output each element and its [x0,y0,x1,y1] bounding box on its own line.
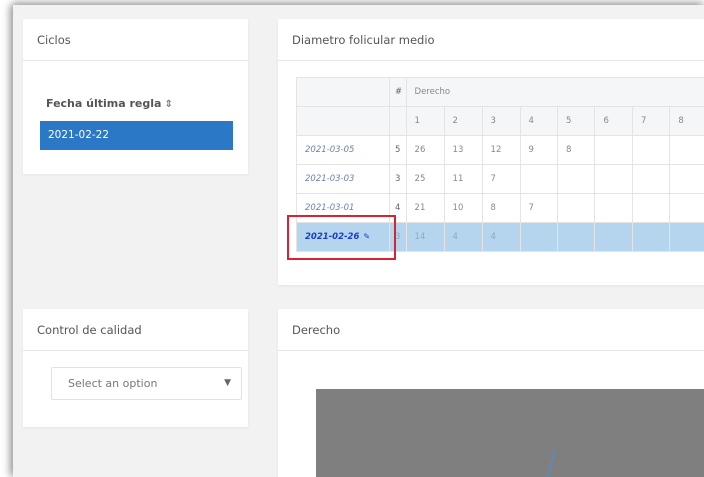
row-date: 2021-03-03 [305,174,355,184]
column-header-3: 3 [481,106,521,136]
row-value-cell: 4 [443,222,483,252]
row-value-cell [669,135,704,165]
table-header-row: # Derecho [296,77,704,107]
row-value-cell: 4 [481,222,521,252]
column-header-4: 4 [519,106,559,136]
row-value-cell [594,193,633,223]
row-count: 3 [388,164,407,194]
table-header-cell [388,106,407,136]
table-row[interactable]: 2021-03-03 3 25 11 7 [296,164,704,194]
column-header-8: 8 [669,106,704,136]
row-value-cell [557,193,596,223]
row-value-cell: 10 [443,193,483,223]
control-card: Control de calidad Select an option ▼ [23,309,248,427]
row-value-cell: 11 [443,164,483,194]
control-title: Control de calidad [23,309,248,351]
ciclos-title: Ciclos [23,19,248,61]
column-header-5: 5 [557,106,596,136]
column-header-1: 1 [405,106,445,136]
plot-curve [547,448,557,477]
diametro-title: Diametro folicular medio [278,19,704,61]
fur-label: Fecha última regla [46,97,162,110]
row-count: 3 [388,222,407,252]
table-header-cell [296,77,390,107]
row-value-cell [669,193,704,223]
row-value-cell: 14 [405,222,445,252]
row-date-link[interactable]: 2021-03-01 [296,193,390,223]
row-value-cell [631,164,671,194]
column-header-6: 6 [594,106,633,136]
app-frame: Ciclos Fecha última regla ⇕ 2021-02-22 Di… [13,5,704,477]
sort-icon[interactable]: ⇕ [164,99,172,110]
row-date: 2021-03-01 [305,203,355,213]
row-date-link[interactable]: 2021-02-26 ✎ [296,222,390,252]
diametro-card: Diametro folicular medio # Derecho 12345… [278,19,704,285]
row-value-cell: 26 [405,135,445,165]
column-header-2: 2 [443,106,483,136]
row-value-cell [631,193,671,223]
row-value-cell: 8 [557,135,596,165]
row-value-cell: 25 [405,164,445,194]
table-header-side: Derecho [405,77,704,107]
row-value-cell [557,222,596,252]
row-value-cell: 8 [481,193,521,223]
row-value-cell [519,222,559,252]
table-row[interactable]: 2021-03-01 4 21 10 8 7 [296,193,704,223]
chevron-down-icon: ▼ [224,378,231,388]
follicle-table: # Derecho 12345678 2021-03-05 5 26 13 12 9 8 20… [296,77,704,252]
derecho-title: Derecho [278,309,704,351]
row-count: 5 [388,135,407,165]
row-value-cell [594,222,633,252]
row-date-link[interactable]: 2021-03-03 [296,164,390,194]
row-date: 2021-02-26 [305,232,360,242]
table-column-row: 12345678 [296,106,704,136]
table-header-hash: # [388,77,407,107]
quality-select-value: Select an option [68,377,158,390]
ciclos-card: Ciclos Fecha última regla ⇕ 2021-02-22 [23,19,248,174]
row-value-cell: 9 [519,135,559,165]
fur-column-header[interactable]: Fecha última regla ⇕ [46,97,173,110]
row-value-cell: 13 [443,135,483,165]
row-count: 4 [388,193,407,223]
column-header-7: 7 [631,106,671,136]
row-date-link[interactable]: 2021-03-05 [296,135,390,165]
row-value-cell: 7 [481,164,521,194]
row-value-cell [519,164,559,194]
row-date: 2021-03-05 [305,145,355,155]
row-value-cell [669,222,704,252]
table-row[interactable]: 2021-02-26 ✎ 3 14 4 4 [296,222,704,252]
table-row[interactable]: 2021-03-05 5 26 13 12 9 8 [296,135,704,165]
follicle-table-wrapper: # Derecho 12345678 2021-03-05 5 26 13 12 9 8 20… [296,77,704,252]
row-value-cell [669,164,704,194]
derecho-card: Derecho [278,309,704,477]
row-value-cell [631,222,671,252]
row-value-cell: 12 [481,135,521,165]
derecho-plot [316,389,704,477]
row-value-cell [631,135,671,165]
pencil-icon[interactable]: ✎ [363,232,370,241]
quality-select[interactable]: Select an option ▼ [51,367,242,400]
fur-row-selected[interactable]: 2021-02-22 [40,121,233,150]
row-value-cell [557,164,596,194]
row-value-cell: 21 [405,193,445,223]
row-value-cell [594,164,633,194]
row-value-cell: 7 [519,193,559,223]
row-value-cell [594,135,633,165]
table-header-cell [296,106,390,136]
